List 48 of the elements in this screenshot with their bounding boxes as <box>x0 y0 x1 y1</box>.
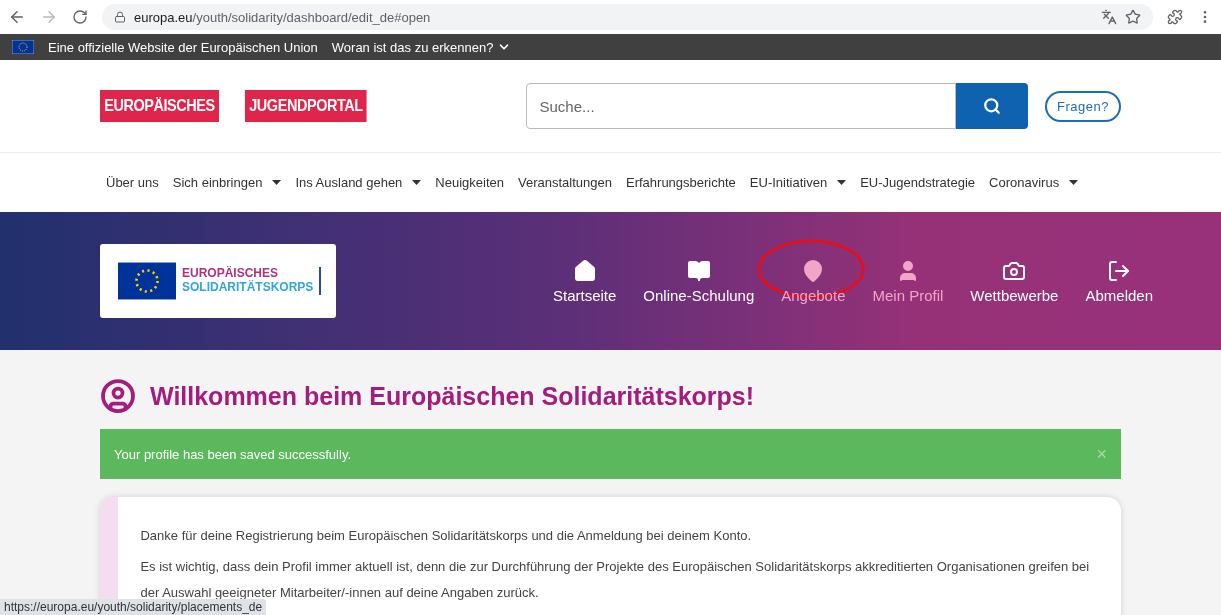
nav-item[interactable]: Erfahrungsberichte <box>626 175 736 190</box>
help-button[interactable]: Fragen? <box>1045 90 1121 122</box>
user-circle-icon <box>100 378 136 414</box>
bookmark-star-icon[interactable] <box>1125 9 1141 25</box>
logo-word[interactable]: JUGENDPORTAL <box>245 90 367 122</box>
alert-message: Your profile has been saved successfully. <box>114 446 352 462</box>
logo-word[interactable]: EUROPÄISCHES <box>100 90 220 122</box>
nav-item[interactable]: EU-Initiativen <box>749 175 847 190</box>
reload-icon[interactable] <box>72 9 88 25</box>
lock-icon <box>114 11 126 23</box>
caret-icon <box>1069 180 1079 185</box>
eu-flag-icon <box>12 40 34 54</box>
eu-flag-icon <box>118 262 176 300</box>
house-icon <box>572 258 597 283</box>
caret-icon <box>412 180 422 185</box>
search-button[interactable] <box>955 83 1028 129</box>
nav-item[interactable]: Veranstaltungen <box>518 175 612 190</box>
nav-item[interactable]: Neuigkeiten <box>435 175 504 190</box>
caret-icon <box>272 180 282 185</box>
nav-item[interactable]: EU-Jugendstrategie <box>860 175 976 190</box>
book-icon <box>686 258 711 283</box>
official-site-text: Eine offizielle Website der Europäischen Union <box>48 39 318 55</box>
logo-text: EUROPÄISCHES <box>182 267 279 281</box>
nav-item[interactable]: Coronavirus <box>989 175 1079 190</box>
search-icon <box>982 97 1001 115</box>
hero-menu-item[interactable]: Startseite <box>552 258 617 304</box>
status-url: https://europa.eu/youth/solidarity/placements_de <box>0 599 267 615</box>
hero-menu-item[interactable]: Mein Profil <box>872 258 944 304</box>
url-host: europa.eu <box>134 9 193 25</box>
translate-icon[interactable] <box>1101 9 1117 25</box>
extensions-icon[interactable] <box>1167 9 1183 25</box>
welcome-heading: Willkommen beim Europäischen Solidaritätskorps! <box>150 381 755 411</box>
nav-item[interactable]: Sich einbringen <box>172 175 282 190</box>
hero-menu-item[interactable]: Abmelden <box>1085 258 1153 304</box>
nav-item[interactable]: Ins Ausland gehen <box>295 175 422 190</box>
search-field[interactable]: Suche... <box>525 83 956 129</box>
logout-icon <box>1107 258 1132 283</box>
paragraph: Es ist wichtig, dass dein Profil immer aktuell ist, denn die zur Durchführung der Projekte des Europäischen Solidaritätskorps akkreditierten Organisationen greifen bei der Auswahl geeigneter Mitarbeiter/-innen auf deine Angaben zurück. <box>140 558 1091 602</box>
logo-text: SOLIDARITÄTSKORPS <box>182 281 314 295</box>
hero-menu-item[interactable]: Wettbewerbe <box>970 258 1059 304</box>
caret-icon <box>837 180 847 185</box>
hero-menu-item[interactable]: Online-Schulung <box>643 258 755 304</box>
paragraph: Danke für deine Registrierung beim Europäischen Solidaritätskorps und die Anmeldung bei deinem Konto. <box>140 527 753 545</box>
url-path: /youth/solidarity/dashboard/edit_de#open <box>192 9 431 25</box>
recognition-link[interactable]: Woran ist das zu erkennen? <box>331 39 512 55</box>
nav-item[interactable]: Über uns <box>106 175 159 190</box>
address-bar[interactable]: europa.eu/youth/solidarity/dashboard/edit_de#open <box>102 4 1153 30</box>
back-icon[interactable] <box>8 8 26 26</box>
